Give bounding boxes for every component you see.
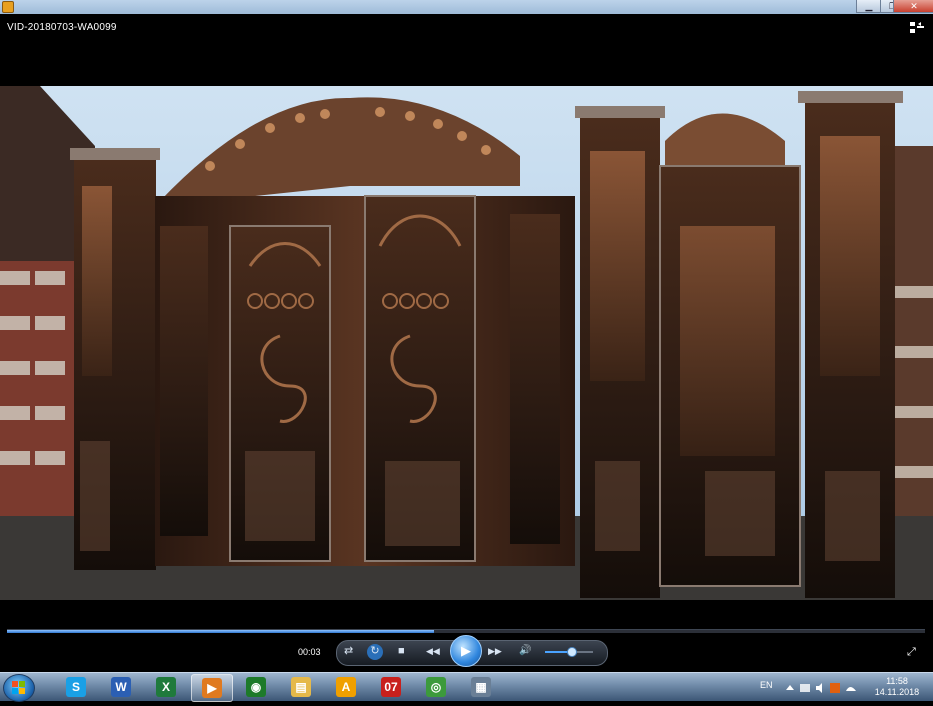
media-player-icon: ▶	[202, 678, 222, 698]
taskbar-skype-button[interactable]: S	[56, 674, 96, 700]
next-button[interactable]: ▶▶	[488, 644, 502, 658]
volume-slider[interactable]	[545, 647, 593, 657]
switch-to-library-icon[interactable]	[910, 22, 924, 34]
clock-time: 11:58	[886, 676, 908, 686]
show-hidden-icons-icon	[786, 685, 794, 690]
eye-app-icon: ◉	[246, 677, 266, 697]
chrome-icon: ◎	[426, 677, 446, 697]
tray-icons[interactable]	[784, 682, 864, 694]
taskbar-folder-button[interactable]: ▤	[281, 674, 321, 700]
taskbar-word-button[interactable]: W	[101, 674, 141, 700]
taskbar-media-player-button[interactable]: ▶	[191, 674, 233, 702]
excel-icon: X	[156, 677, 176, 697]
window-titlebar: ▁ ❐ ✕	[0, 0, 933, 14]
calendar-app-icon: 07	[381, 677, 401, 697]
start-button[interactable]	[3, 674, 35, 702]
previous-button[interactable]: ◀◀	[426, 644, 440, 658]
taskbar-calculator-button[interactable]: ▦	[461, 674, 501, 700]
seek-progress	[7, 630, 434, 633]
stop-button[interactable]: ■	[398, 644, 405, 658]
calculator-icon: ▦	[471, 677, 491, 697]
minimize-button[interactable]: ▁	[856, 0, 882, 13]
close-button[interactable]: ✕	[893, 0, 933, 13]
video-frame[interactable]	[0, 86, 933, 600]
word-icon: W	[111, 677, 131, 697]
taskbar-aimp-button[interactable]: A	[326, 674, 366, 700]
clock-date: 14.11.2018	[874, 687, 920, 697]
player-controls: 00:03 ⇄ ↻ ■ ◀◀ ▶ ▶▶ 🔊 ⤢	[0, 600, 933, 672]
fullscreen-button[interactable]: ⤢	[907, 646, 916, 659]
clock[interactable]: 11:58 14.11.2018	[872, 676, 922, 698]
cloud-icon	[846, 687, 856, 691]
app-tray-icon	[830, 683, 840, 693]
video-title: VID-20180703-WA0099	[7, 22, 117, 33]
media-player-app-icon	[2, 1, 14, 13]
shuffle-button[interactable]: ⇄	[344, 644, 353, 658]
skype-icon: S	[66, 677, 86, 697]
mute-button[interactable]: 🔊	[519, 644, 531, 658]
taskbar: S W X ▶ ◉ ▤ A 07 ◎ ▦ EN 11:58 14.11.2018	[0, 672, 933, 702]
seek-bar[interactable]	[7, 629, 925, 633]
system-tray: EN 11:58 14.11.2018	[754, 674, 933, 700]
volume-tray-icon	[816, 683, 822, 693]
taskbar-chrome-button[interactable]: ◎	[416, 674, 456, 700]
taskbar-excel-button[interactable]: X	[146, 674, 186, 700]
aimp-icon: A	[336, 677, 356, 697]
folder-icon: ▤	[291, 677, 311, 697]
network-icon	[800, 684, 810, 692]
repeat-button[interactable]: ↻	[367, 644, 383, 660]
windows-logo-icon	[12, 681, 25, 694]
elapsed-time: 00:03	[298, 647, 321, 657]
taskbar-eye-app-button[interactable]: ◉	[236, 674, 276, 700]
taskbar-calendar-app-button[interactable]: 07	[371, 674, 411, 700]
play-button[interactable]: ▶	[450, 635, 482, 667]
language-indicator[interactable]: EN	[760, 680, 773, 690]
